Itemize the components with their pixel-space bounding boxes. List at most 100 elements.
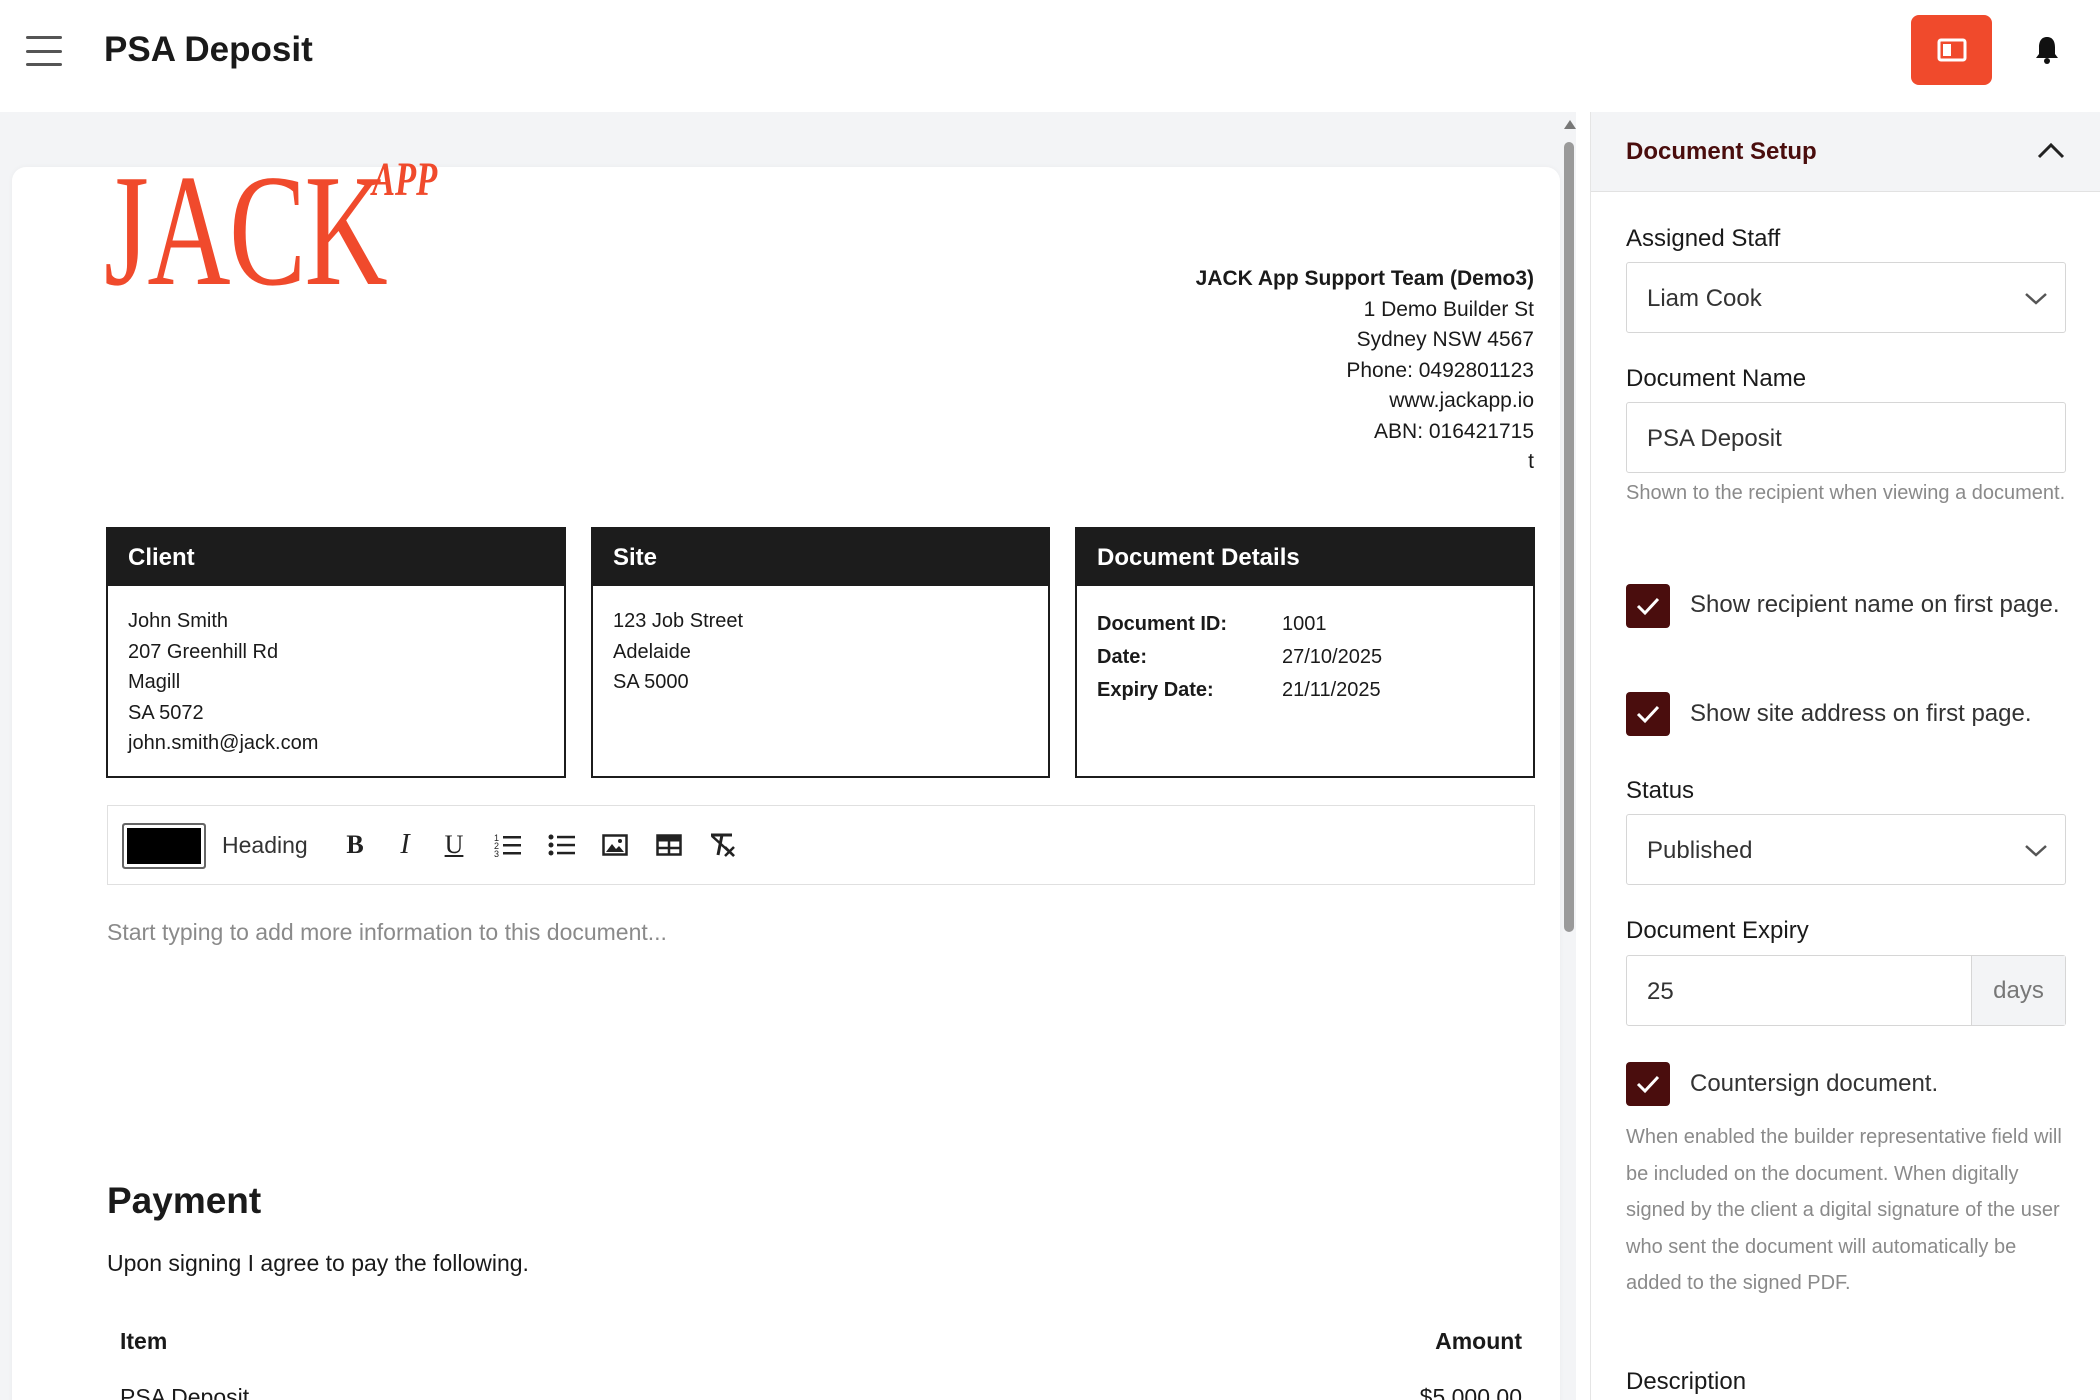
- status-value: Published: [1647, 837, 1753, 864]
- column-item: Item: [120, 1328, 168, 1354]
- detail-row: Date: 27/10/2025: [1097, 641, 1513, 674]
- heading-dropdown[interactable]: Heading: [222, 832, 308, 859]
- document-setup-title: Document Setup: [1626, 138, 1817, 165]
- menu-icon[interactable]: [26, 36, 62, 66]
- document-expiry-input[interactable]: 25 days: [1626, 955, 2066, 1026]
- editor-content-area[interactable]: Start typing to add more information to …: [107, 919, 667, 946]
- clear-formatting-button[interactable]: [706, 828, 740, 862]
- client-line: SA 5072: [128, 701, 204, 724]
- detail-label: Date:: [1097, 646, 1148, 668]
- show-recipient-checkbox[interactable]: [1626, 584, 1670, 628]
- top-bar: PSA Deposit: [0, 0, 2100, 112]
- bullet-list-button[interactable]: [545, 828, 579, 862]
- check-icon: [1636, 597, 1660, 616]
- ordered-list-button[interactable]: 123: [491, 828, 525, 862]
- site-line: Adelaide: [613, 640, 691, 663]
- payment-heading: Payment: [107, 1180, 262, 1221]
- insert-image-button[interactable]: [598, 828, 632, 862]
- italic-button[interactable]: I: [388, 828, 422, 862]
- company-website: www.jackapp.io: [1389, 389, 1534, 412]
- company-details: JACK App Support Team (Demo3) 1 Demo Bui…: [1196, 264, 1534, 478]
- days-suffix: days: [1971, 956, 2065, 1025]
- assigned-staff-value: Liam Cook: [1647, 285, 1762, 312]
- show-site-label: Show site address on first page.: [1690, 700, 2032, 727]
- description-label: Description: [1626, 1368, 1747, 1395]
- company-address-line2: Sydney NSW 4567: [1356, 328, 1534, 351]
- ordered-list-icon: 123: [494, 833, 521, 858]
- column-amount: Amount: [1435, 1328, 1522, 1354]
- document-expiry-label: Document Expiry: [1626, 917, 1809, 944]
- table-icon: [656, 834, 682, 856]
- company-name: JACK App Support Team (Demo3): [1195, 267, 1534, 290]
- document-details-box: Document Details Document ID: 1001 Date:…: [1075, 527, 1535, 778]
- clear-format-icon: [711, 833, 735, 857]
- company-abn: ABN: 016421715: [1374, 419, 1534, 443]
- document-expiry-value: 25: [1647, 978, 1674, 1005]
- page-title: PSA Deposit: [104, 30, 313, 69]
- detail-value: 1001: [1282, 613, 1327, 635]
- document-name-value: PSA Deposit: [1647, 425, 1782, 452]
- countersign-help: When enabled the builder representative …: [1626, 1126, 2062, 1294]
- show-recipient-label: Show recipient name on first page.: [1690, 591, 2060, 618]
- countersign-label: Countersign document.: [1690, 1070, 1939, 1097]
- client-heading: Client: [108, 529, 564, 586]
- document-setup-panel: Document Setup Assigned Staff Liam Cook …: [1590, 112, 2100, 1400]
- client-box: Client John Smith 207 Greenhill Rd Magil…: [106, 527, 566, 778]
- bullet-list-icon: [548, 834, 575, 856]
- company-extra: t: [1528, 450, 1534, 473]
- site-line: 123 Job Street: [613, 610, 744, 632]
- document-name-label: Document Name: [1626, 365, 1807, 392]
- check-icon: [1636, 705, 1660, 724]
- toggle-panel-button[interactable]: [1911, 15, 1992, 85]
- client-line: john.smith@jack.com: [128, 732, 319, 754]
- assigned-staff-select[interactable]: Liam Cook: [1626, 262, 2066, 333]
- client-line: John Smith: [128, 610, 229, 632]
- detail-label: Document ID:: [1097, 613, 1227, 635]
- underline-button[interactable]: U: [437, 828, 471, 862]
- insert-table-button[interactable]: [652, 828, 686, 862]
- scroll-up-arrow[interactable]: [1564, 120, 1576, 129]
- site-heading: Site: [593, 529, 1048, 586]
- text-color-picker[interactable]: [122, 823, 206, 869]
- assigned-staff-label: Assigned Staff: [1626, 225, 1781, 252]
- company-phone: Phone: 0492801123: [1346, 358, 1534, 382]
- bell-icon: [2036, 37, 2058, 64]
- chevron-up-icon[interactable]: [2036, 138, 2066, 162]
- status-label: Status: [1626, 777, 1695, 804]
- table-row: PSA Deposit $5,000.00: [120, 1384, 1522, 1400]
- company-logo: JACK APP: [104, 141, 438, 319]
- row-item: PSA Deposit: [120, 1384, 250, 1400]
- detail-value: 21/11/2025: [1282, 679, 1381, 701]
- document-name-help: Shown to the recipient when viewing a do…: [1626, 482, 2066, 504]
- image-icon: [602, 834, 628, 856]
- detail-value: 27/10/2025: [1282, 646, 1383, 668]
- document-details-heading: Document Details: [1077, 529, 1533, 586]
- payment-description: Upon signing I agree to pay the followin…: [107, 1250, 529, 1276]
- status-select[interactable]: Published: [1626, 814, 2066, 885]
- editor-toolbar: Heading B I U 123: [107, 805, 1535, 885]
- site-body: 123 Job Street Adelaide SA 5000: [593, 586, 1048, 718]
- site-line: SA 5000: [613, 671, 689, 693]
- company-address-line1: 1 Demo Builder St: [1363, 297, 1534, 321]
- show-site-checkbox[interactable]: [1626, 692, 1670, 736]
- document-name-input[interactable]: PSA Deposit: [1626, 402, 2066, 473]
- sidebar-panel-icon: [1937, 38, 1966, 62]
- document-setup-header[interactable]: Document Setup: [1591, 112, 2100, 192]
- detail-row: Document ID: 1001: [1097, 608, 1513, 641]
- detail-label: Expiry Date:: [1097, 679, 1214, 701]
- client-line: 207 Greenhill Rd: [128, 640, 279, 663]
- chevron-down-icon: [2025, 293, 2047, 305]
- row-amount: $5,000.00: [1419, 1384, 1522, 1400]
- scroll-thumb[interactable]: [1564, 142, 1574, 932]
- site-box: Site 123 Job Street Adelaide SA 5000: [591, 527, 1050, 778]
- check-icon: [1636, 1075, 1660, 1094]
- notifications-button[interactable]: [2011, 15, 2083, 85]
- chevron-down-icon: [2025, 845, 2047, 857]
- scrollbar[interactable]: [1562, 112, 1576, 1400]
- document-details-body: Document ID: 1001 Date: 27/10/2025 Expir…: [1077, 586, 1533, 727]
- client-body: John Smith 207 Greenhill Rd Magill SA 50…: [108, 586, 564, 779]
- detail-row: Expiry Date: 21/11/2025: [1097, 674, 1513, 707]
- countersign-checkbox[interactable]: [1626, 1062, 1670, 1106]
- bold-button[interactable]: B: [338, 828, 372, 862]
- client-line: Magill: [128, 671, 181, 693]
